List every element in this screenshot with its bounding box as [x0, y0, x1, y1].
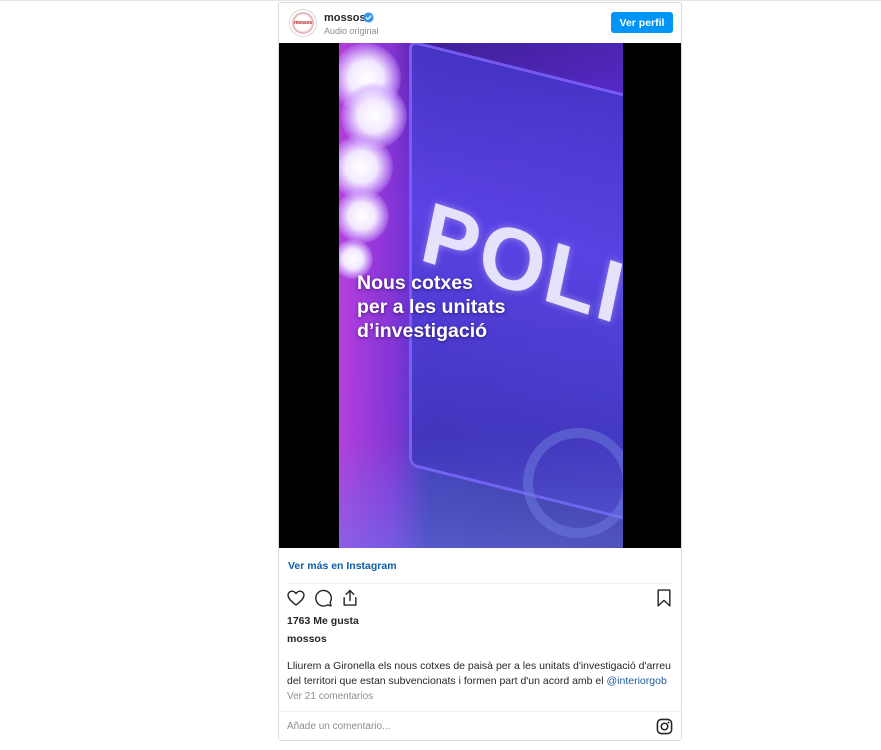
share-icon[interactable]: [340, 588, 360, 608]
comment-icon[interactable]: [313, 588, 333, 608]
username[interactable]: mossos: [324, 12, 366, 24]
add-comment-input[interactable]: Añade un comentario...: [287, 721, 390, 732]
likes-count[interactable]: 1763 Me gusta: [287, 615, 359, 627]
view-more-link[interactable]: Ver más en Instagram: [288, 560, 397, 572]
instagram-embed-card: mossos mossos Audio original Ver perfil …: [278, 2, 682, 741]
action-bar: [279, 586, 681, 612]
post-header: mossos mossos Audio original Ver perfil: [279, 3, 681, 43]
audio-subtitle[interactable]: Audio original: [324, 26, 379, 36]
video-frame[interactable]: POLICIA Nous cotxes per a les unitats d’…: [339, 43, 623, 548]
page-top-border: [0, 0, 881, 1]
overlay-line: d’investigació: [357, 320, 488, 342]
divider: [279, 711, 681, 712]
caption-mention-link[interactable]: @interiorgob: [607, 675, 667, 687]
avatar-logo: mossos: [292, 12, 314, 34]
fog-overlay: [339, 438, 623, 548]
instagram-icon[interactable]: [656, 718, 673, 735]
media-container[interactable]: POLICIA Nous cotxes per a les unitats d’…: [279, 43, 681, 548]
owner-username[interactable]: mossos: [287, 633, 327, 645]
overlay-line: Nous cotxes: [357, 272, 473, 294]
video-overlay-text: Nous cotxes per a les unitats d’investig…: [357, 271, 505, 343]
view-comments-link[interactable]: Ver 21 comentarios: [287, 691, 373, 702]
view-profile-button[interactable]: Ver perfil: [611, 12, 673, 33]
overlay-line: per a les unitats: [357, 296, 506, 318]
verified-badge-icon: [363, 12, 374, 23]
divider: [288, 583, 672, 584]
avatar[interactable]: mossos: [289, 9, 317, 37]
bookmark-icon[interactable]: [654, 588, 674, 608]
heart-icon[interactable]: [286, 588, 306, 608]
post-caption: Lliurem a Gironella els nous cotxes de p…: [287, 659, 679, 689]
avatar-logo-text: mossos: [294, 20, 312, 26]
